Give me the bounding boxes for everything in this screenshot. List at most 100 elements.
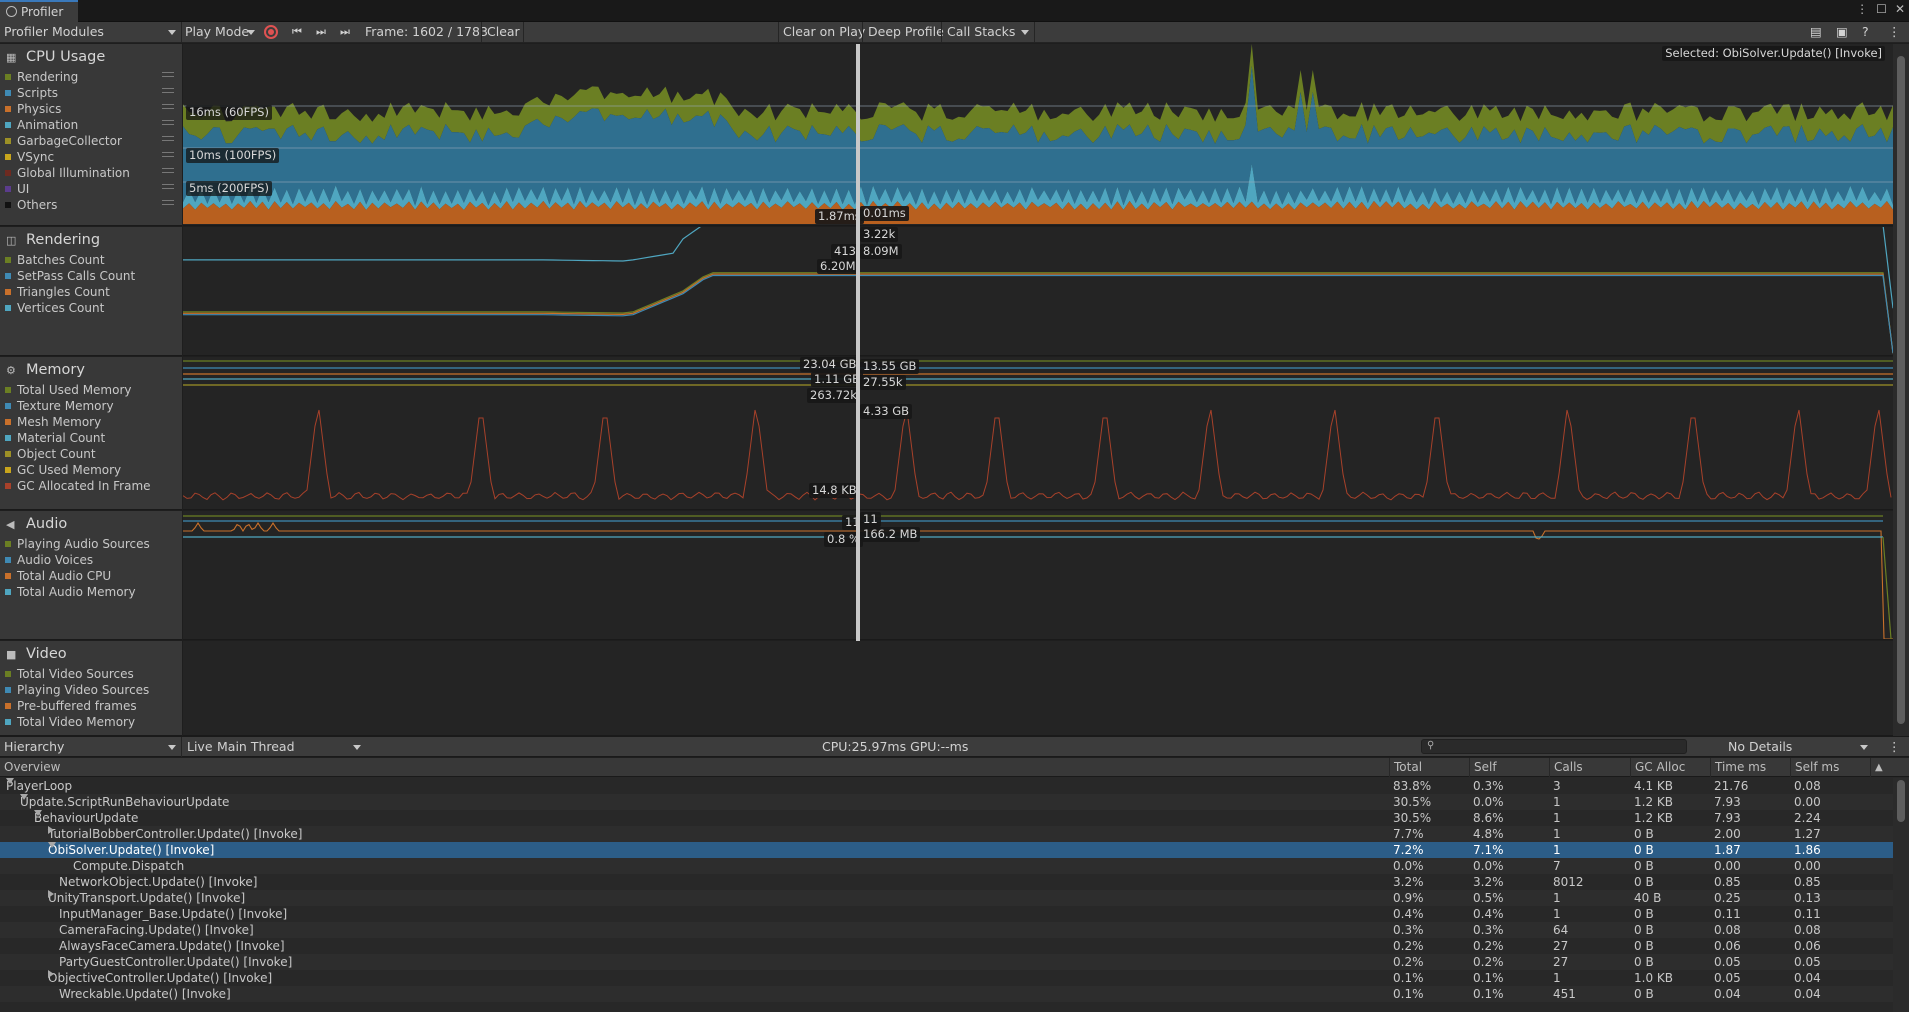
table-row[interactable]: Update.ScriptRunBehaviourUpdate 30.5% 0.0%… <box>0 794 1893 810</box>
search-input[interactable]: ⚲ <box>1421 739 1687 754</box>
cpu-legend-item[interactable]: GarbageCollector <box>5 134 174 148</box>
rendering-module-panel[interactable]: ◫ Rendering Batches Count SetPass Calls Co… <box>0 227 182 356</box>
col-calls[interactable]: Calls <box>1549 758 1630 777</box>
save-icon[interactable]: ▣ <box>1832 22 1852 42</box>
cpu-legend-item[interactable]: VSync <box>5 150 174 164</box>
table-row[interactable]: Compute.Dispatch 0.0% 0.0% 7 0 B 0.00 0.00 <box>0 858 1893 874</box>
close-icon[interactable]: ✕ <box>1895 2 1905 16</box>
memory-legend-item[interactable]: GC Allocated In Frame <box>5 479 151 493</box>
drag-handle-icon[interactable] <box>162 136 174 141</box>
deep-profile-toggle[interactable]: Deep Profile <box>864 22 948 42</box>
profiler-tab[interactable]: Profiler <box>0 0 78 22</box>
video-legend-item[interactable]: Total Video Memory <box>5 715 135 729</box>
maximize-icon[interactable]: ☐ <box>1876 2 1887 16</box>
call-stacks-dropdown[interactable]: Call Stacks <box>943 22 1033 42</box>
memory-legend-item[interactable]: Material Count <box>5 431 105 445</box>
view-mode-dropdown[interactable]: Hierarchy <box>0 737 180 757</box>
memory-legend-item[interactable]: Total Used Memory <box>5 383 132 397</box>
memory-legend-item[interactable]: Texture Memory <box>5 399 114 413</box>
first-frame-button[interactable]: ⏮ <box>288 22 308 42</box>
audio-legend-item[interactable]: Total Audio Memory <box>5 585 136 599</box>
table-row[interactable]: ObiSolver.Update() [Invoke] 7.2% 7.1% 1 0 B 1… <box>0 842 1893 858</box>
rendering-legend-item[interactable]: Triangles Count <box>5 285 110 299</box>
more-icon[interactable]: ⋮ <box>1856 2 1868 16</box>
drag-handle-icon[interactable] <box>162 184 174 189</box>
cpu-legend-item[interactable]: Rendering <box>5 70 174 84</box>
col-self-ms[interactable]: Self ms <box>1790 758 1870 777</box>
video-legend-item[interactable]: Total Video Sources <box>5 667 134 681</box>
drag-handle-icon[interactable] <box>162 200 174 205</box>
collapsed-arrow-icon[interactable] <box>48 890 54 898</box>
collapse-columns-icon[interactable]: ▲ <box>1870 758 1893 777</box>
col-self[interactable]: Self <box>1469 758 1549 777</box>
profiler-modules-dropdown[interactable]: Profiler Modules <box>0 22 180 42</box>
audio-legend-item[interactable]: Total Audio CPU <box>5 569 111 583</box>
memory-legend-item[interactable]: Mesh Memory <box>5 415 101 429</box>
expanded-arrow-icon[interactable] <box>6 778 14 784</box>
drag-handle-icon[interactable] <box>162 120 174 125</box>
cpu-legend-item[interactable]: Animation <box>5 118 174 132</box>
table-row[interactable]: ObjectiveController.Update() [Invoke] 0.1… <box>0 970 1893 986</box>
table-row[interactable]: PartyGuestController.Update() [Invoke] 0.… <box>0 954 1893 970</box>
collapsed-arrow-icon[interactable] <box>48 970 54 978</box>
audio-module-panel[interactable]: ◀ Audio Playing Audio Sources Audio Voices… <box>0 511 182 640</box>
memory-chart[interactable]: 23.04 GB 13.55 GB 1.11 GB 27.55k 263.72k… <box>183 357 1893 510</box>
expanded-arrow-icon[interactable] <box>34 810 42 816</box>
details-options-icon[interactable]: ⋮ <box>1884 737 1905 757</box>
drag-handle-icon[interactable] <box>162 104 174 109</box>
thread-dropdown[interactable]: Main Thread <box>213 737 365 757</box>
cpu-legend-item[interactable]: Others <box>5 198 174 212</box>
table-row[interactable]: AlwaysFaceCamera.Update() [Invoke] 0.2% 0.… <box>0 938 1893 954</box>
rendering-chart[interactable]: 3.22k 413 8.09M 6.20M <box>183 227 1893 356</box>
cpu-legend-item[interactable]: Global Illumination <box>5 166 174 180</box>
modules-scrollbar[interactable] <box>1893 44 1909 736</box>
memory-module-panel[interactable]: ⚙ Memory Total Used Memory Texture Memory M… <box>0 357 182 510</box>
rendering-legend-item[interactable]: Batches Count <box>5 253 105 267</box>
play-mode-dropdown[interactable]: Play Mode <box>181 22 259 42</box>
table-row[interactable]: BehaviourUpdate 30.5% 8.6% 1 1.2 KB 7.93 2.24 <box>0 810 1893 826</box>
live-toggle[interactable]: Live <box>183 737 217 757</box>
last-frame-button[interactable]: ⏭ <box>336 22 358 42</box>
col-overview[interactable]: Overview <box>0 758 1389 777</box>
table-row[interactable]: Wreckable.Update() [Invoke] 0.1% 0.1% 451 0 … <box>0 986 1893 1002</box>
clear-button[interactable]: Clear <box>483 22 524 42</box>
rendering-legend-item[interactable]: Vertices Count <box>5 301 104 315</box>
table-row[interactable]: NetworkObject.Update() [Invoke] 3.2% 3.2% 8… <box>0 874 1893 890</box>
memory-legend-item[interactable]: GC Used Memory <box>5 463 121 477</box>
load-icon[interactable]: ▤ <box>1806 22 1826 42</box>
audio-legend-item[interactable]: Audio Voices <box>5 553 93 567</box>
cpu-legend-item[interactable]: Scripts <box>5 86 174 100</box>
video-module-panel[interactable]: ■ Video Total Video Sources Playing Video … <box>0 641 182 736</box>
table-scrollbar[interactable] <box>1893 778 1909 1012</box>
cpu-legend-item[interactable]: Physics <box>5 102 174 116</box>
next-frame-button[interactable]: ⏭ <box>312 22 332 42</box>
drag-handle-icon[interactable] <box>162 152 174 157</box>
cpu-legend-item[interactable]: UI <box>5 182 174 196</box>
table-row[interactable]: InputManager_Base.Update() [Invoke] 0.4% 0… <box>0 906 1893 922</box>
frame-cursor[interactable] <box>856 44 860 641</box>
cpu-usage-chart[interactable]: 16ms (60FPS) 10ms (100FPS) 5ms (200FPS) … <box>183 44 1893 226</box>
drag-handle-icon[interactable] <box>162 72 174 77</box>
drag-handle-icon[interactable] <box>162 88 174 93</box>
drag-handle-icon[interactable] <box>162 168 174 173</box>
clear-on-play-toggle[interactable]: Clear on Play <box>779 22 869 42</box>
rendering-legend-item[interactable]: SetPass Calls Count <box>5 269 135 283</box>
video-legend-item[interactable]: Pre-buffered frames <box>5 699 137 713</box>
table-row[interactable]: PlayerLoop 83.8% 0.3% 3 4.1 KB 21.76 0.08 <box>0 778 1893 794</box>
details-dropdown[interactable]: No Details <box>1724 737 1872 757</box>
table-row[interactable]: UnityTransport.Update() [Invoke] 0.9% 0.5%… <box>0 890 1893 906</box>
table-row[interactable]: CameraFacing.Update() [Invoke] 0.3% 0.3% 64… <box>0 922 1893 938</box>
memory-legend-item[interactable]: Object Count <box>5 447 96 461</box>
options-icon[interactable]: ⋮ <box>1884 22 1905 42</box>
cpu-module-panel[interactable]: ▦ CPU Usage Rendering Scripts Physics Animat… <box>0 44 182 226</box>
col-total[interactable]: Total <box>1389 758 1469 777</box>
col-gc-alloc[interactable]: GC Alloc <box>1630 758 1710 777</box>
video-legend-item[interactable]: Playing Video Sources <box>5 683 149 697</box>
expanded-arrow-icon[interactable] <box>48 842 56 848</box>
expanded-arrow-icon[interactable] <box>20 794 28 800</box>
help-icon[interactable]: ? <box>1858 22 1873 42</box>
audio-legend-item[interactable]: Playing Audio Sources <box>5 537 150 551</box>
col-time-ms[interactable]: Time ms <box>1710 758 1790 777</box>
video-chart[interactable] <box>183 641 1893 736</box>
collapsed-arrow-icon[interactable] <box>48 826 54 834</box>
